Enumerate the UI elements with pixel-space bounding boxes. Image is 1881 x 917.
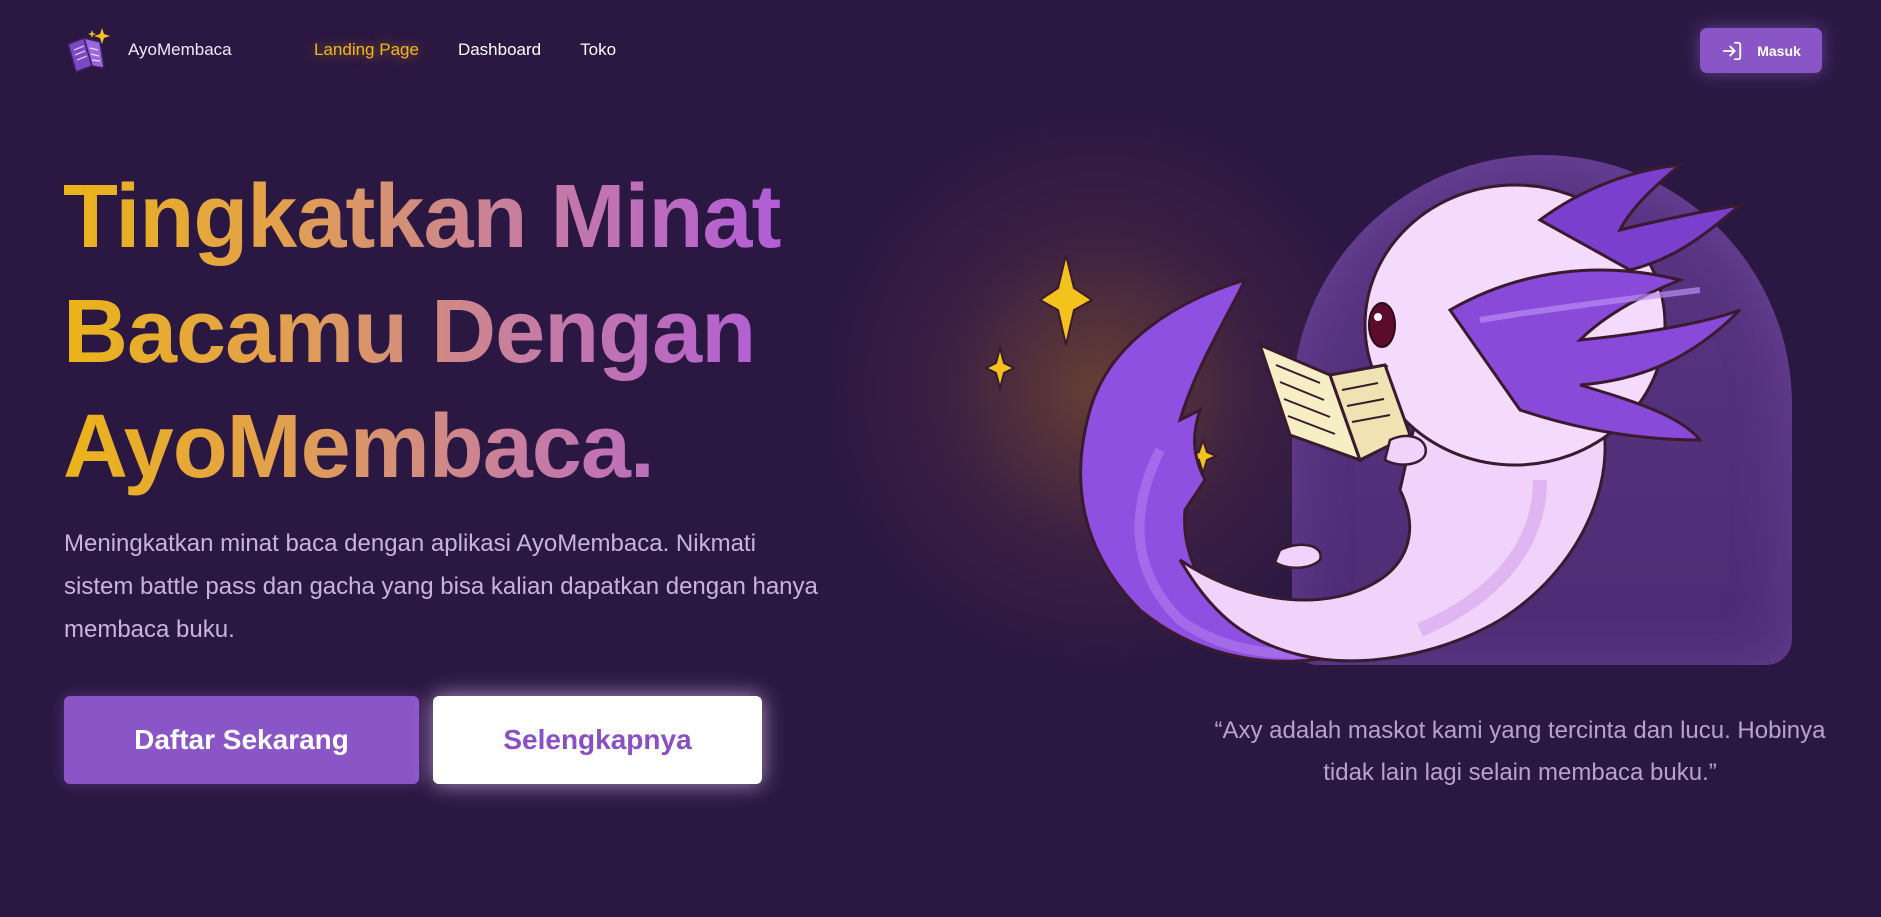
landing-page: AyoMembaca Landing Page Dashboard Toko M… [0, 0, 1881, 917]
register-now-button[interactable]: Daftar Sekarang [64, 696, 419, 784]
headline-line-1: Tingkatkan Minat [63, 167, 781, 267]
login-button[interactable]: Masuk [1700, 28, 1822, 73]
nav-link-dashboard[interactable]: Dashboard [458, 40, 541, 60]
axolotl-mascot-icon [983, 163, 1745, 663]
nav-link-landing-page[interactable]: Landing Page [314, 40, 419, 60]
headline-line-3: AyoMembaca. [63, 397, 654, 497]
brand[interactable]: AyoMembaca [64, 26, 232, 74]
headline-line-2: Bacamu Dengan [63, 282, 756, 382]
login-icon [1723, 41, 1742, 60]
top-navbar: AyoMembaca Landing Page Dashboard Toko M… [0, 0, 1881, 100]
mascot-quote: “Axy adalah maskot kami yang tercinta da… [1214, 717, 1826, 786]
hero-headline: Tingkatkan Minat Bacamu Dengan AyoMembac… [63, 160, 823, 505]
learn-more-button[interactable]: Selengkapnya [433, 696, 762, 784]
book-sparkle-icon [67, 28, 110, 73]
nav-link-toko[interactable]: Toko [580, 40, 616, 60]
hero-description: Meningkatkan minat baca dengan aplikasi … [64, 530, 818, 643]
brand-name: AyoMembaca [128, 40, 232, 59]
nav-links: Landing Page Dashboard Toko [314, 40, 616, 60]
login-label: Masuk [1757, 42, 1801, 59]
